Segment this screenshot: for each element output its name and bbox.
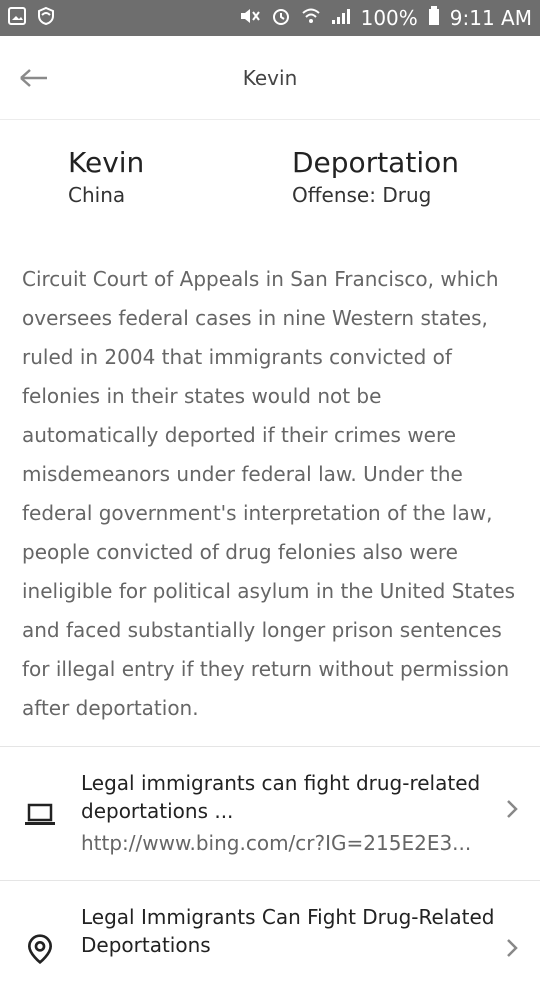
- person-country: China: [68, 182, 126, 207]
- offense-label: Offense: Drug: [292, 182, 432, 207]
- case-info: Deportation Offense: Drug: [292, 146, 516, 260]
- chevron-right-icon: [506, 799, 518, 825]
- profile-header: Kevin China Deportation Offense: Drug: [0, 120, 540, 260]
- status-bar: 100% 9:11 AM: [0, 0, 540, 36]
- clock: 9:11 AM: [449, 6, 532, 30]
- link-title: Legal Immigrants Can Fight Drug-Related …: [81, 905, 495, 957]
- battery-icon: [428, 6, 440, 30]
- app-bar: Kevin: [0, 36, 540, 120]
- link-title: Legal immigrants can fight drug-related …: [81, 771, 481, 823]
- link-item-location[interactable]: Legal Immigrants Can Fight Drug-Related …: [0, 880, 540, 990]
- link-item-article[interactable]: Legal immigrants can fight drug-related …: [0, 746, 540, 880]
- back-button[interactable]: [14, 58, 54, 98]
- gallery-notification-icon: [8, 7, 26, 29]
- arrow-left-icon: [19, 61, 49, 96]
- article-text: Circuit Court of Appeals in San Francisc…: [22, 267, 516, 720]
- mute-icon: [239, 7, 261, 29]
- person-name: Kevin: [68, 146, 145, 179]
- battery-percent: 100%: [360, 6, 418, 30]
- case-type: Deportation: [292, 146, 459, 179]
- signal-icon: [331, 7, 351, 29]
- wifi-icon: [301, 7, 321, 29]
- link-url: http://www.bing.com/cr?IG=215E2E3...: [81, 831, 472, 855]
- location-pin-icon: [24, 933, 56, 969]
- laptop-icon: [24, 803, 56, 831]
- alarm-icon: [271, 6, 291, 30]
- shield-notification-icon: [36, 6, 56, 30]
- person-info: Kevin China: [68, 146, 292, 260]
- page-title: Kevin: [242, 65, 298, 90]
- chevron-right-icon: [506, 938, 518, 964]
